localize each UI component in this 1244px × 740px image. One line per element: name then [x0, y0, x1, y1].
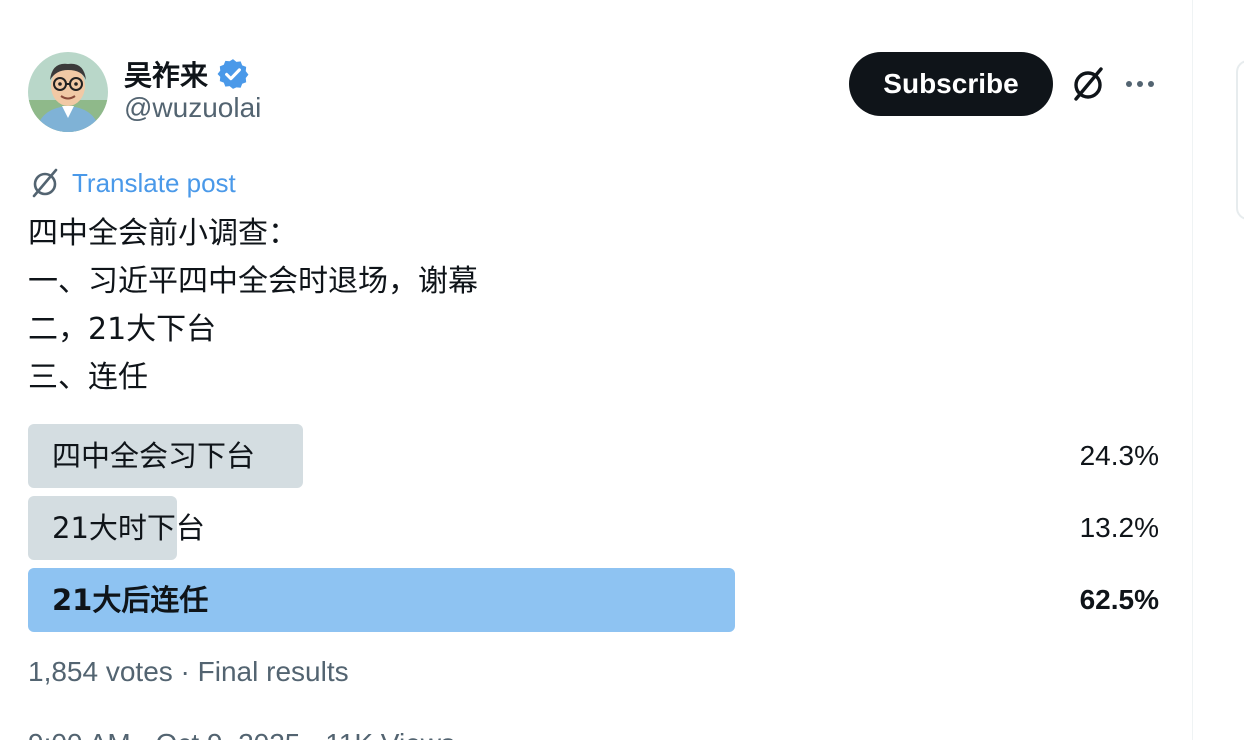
avatar[interactable]	[28, 52, 108, 132]
verified-badge-icon	[217, 59, 249, 89]
more-options-icon[interactable]	[1120, 64, 1160, 104]
column-divider	[1192, 0, 1193, 740]
grok-icon[interactable]	[1068, 64, 1108, 104]
avatar-illustration	[28, 52, 108, 132]
poll-summary: 1,854 votes · Final results	[28, 656, 349, 687]
dot	[1137, 81, 1143, 87]
dot	[1148, 81, 1154, 87]
poll-option-percent: 13.2%	[1079, 512, 1159, 543]
post-line: 二，21大下台	[28, 312, 217, 347]
post-line: 三、连任	[28, 360, 148, 395]
subscribe-button[interactable]: Subscribe	[849, 52, 1053, 116]
poll-option-label: 21大后连任	[52, 583, 209, 617]
poll-option: 21大时下台 13.2%	[28, 496, 1159, 560]
poll-option-label: 21大时下台	[52, 511, 205, 545]
poll-option: 四中全会习下台 24.3%	[28, 424, 1159, 488]
poll: 四中全会习下台 24.3% 21大时下台 13.2% 21大后连任 62.5%	[28, 424, 1159, 640]
poll-option: 21大后连任 62.5%	[28, 568, 1159, 632]
poll-option-percent: 24.3%	[1079, 440, 1159, 471]
poll-option-percent: 62.5%	[1079, 584, 1159, 615]
post-text: 四中全会前小调查： 一、习近平四中全会时退场，谢幕 二，21大下台 三、连任	[28, 210, 1158, 402]
translate-icon	[32, 168, 58, 198]
author-name-row[interactable]: 吴祚来	[124, 54, 250, 94]
author-handle[interactable]: @wuzuolai	[124, 92, 261, 124]
sidebar-edge	[1236, 60, 1244, 220]
poll-option-label: 四中全会习下台	[52, 439, 256, 473]
post-line: 四中全会前小调查：	[28, 216, 298, 251]
author-name[interactable]: 吴祚来	[124, 54, 208, 94]
translate-label[interactable]: Translate post	[72, 168, 236, 199]
post-line: 一、习近平四中全会时退场，谢幕	[28, 264, 478, 299]
translate-post-link[interactable]: Translate post	[28, 164, 236, 202]
post-timestamp[interactable]: 9:00 AM · Oct 9, 2025 · 11K Views	[28, 728, 455, 740]
dot	[1126, 81, 1132, 87]
